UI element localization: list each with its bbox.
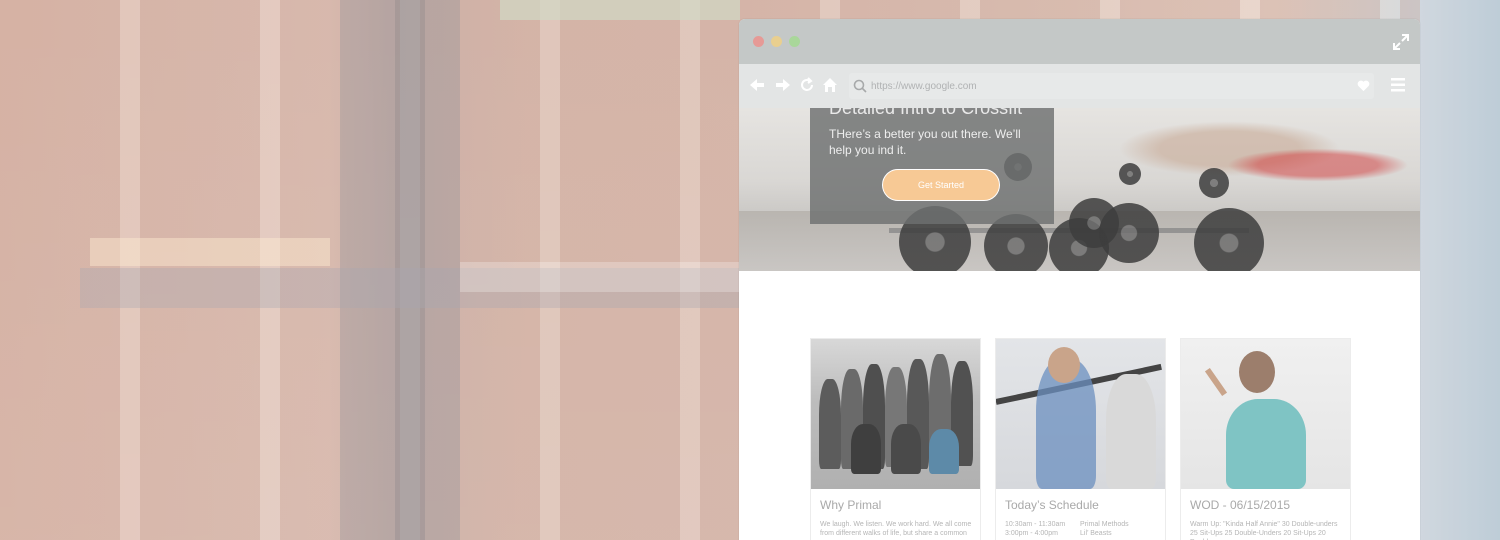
- card-title: Today’s Schedule: [1005, 498, 1099, 512]
- address-bar[interactable]: [849, 73, 1374, 99]
- card-body: Warm Up: "Kinda Half Annie" 30 Double-un…: [1190, 521, 1338, 540]
- browser-window: Detailed Intro to Crossfit THere’s a bet…: [739, 19, 1420, 540]
- card-title: WOD - 06/15/2015: [1190, 498, 1291, 512]
- athlete-photo: [1181, 339, 1350, 489]
- url-input[interactable]: [871, 77, 1351, 95]
- weight-plate: [1194, 208, 1264, 271]
- get-started-button[interactable]: Get Started: [882, 169, 1000, 201]
- schedule-classes: Primal Methods Lil’ Beasts: [1080, 520, 1129, 538]
- search-icon: [853, 79, 867, 93]
- schedule-class: Lil’ Beasts: [1080, 530, 1112, 537]
- hamburger-menu-icon[interactable]: [1391, 77, 1405, 93]
- group-photo: [811, 339, 980, 489]
- maximize-window-button[interactable]: [789, 36, 800, 47]
- card-why-primal[interactable]: Why Primal We laugh. We listen. We work …: [810, 338, 981, 540]
- weight-plate: [1099, 203, 1159, 263]
- weight-plate: [1199, 168, 1229, 198]
- card-title: Why Primal: [820, 498, 882, 512]
- weight-plate: [1119, 163, 1141, 185]
- arrow-left-icon[interactable]: [749, 77, 765, 93]
- hero-subtitle: THere’s a better you out there. We’ll he…: [829, 127, 1021, 157]
- card-todays-schedule[interactable]: Today’s Schedule 10:30am - 11:30am 3:00p…: [995, 338, 1166, 540]
- hero-title: Detailed Intro to Crossfit: [829, 108, 1023, 118]
- athlete-photo: [996, 339, 1165, 489]
- close-window-button[interactable]: [753, 36, 764, 47]
- window-titlebar: [739, 19, 1420, 64]
- card-wod[interactable]: WOD - 06/15/2015 Warm Up: "Kinda Half An…: [1180, 338, 1351, 540]
- hero-banner: Detailed Intro to Crossfit THere’s a bet…: [739, 108, 1420, 271]
- expand-icon[interactable]: [1392, 33, 1410, 51]
- reload-icon[interactable]: [799, 77, 815, 93]
- browser-toolbar: [739, 64, 1420, 108]
- heart-icon[interactable]: [1357, 79, 1370, 92]
- arrow-right-icon[interactable]: [775, 77, 791, 93]
- home-icon[interactable]: [822, 77, 838, 93]
- schedule-times: 10:30am - 11:30am 3:00pm - 4:00pm: [1005, 520, 1065, 538]
- schedule-class: Primal Methods: [1080, 521, 1129, 528]
- minimize-window-button[interactable]: [771, 36, 782, 47]
- schedule-time: 3:00pm - 4:00pm: [1005, 530, 1058, 537]
- schedule-time: 10:30am - 11:30am: [1005, 521, 1066, 528]
- card-body: We laugh. We listen. We work hard. We al…: [820, 521, 972, 537]
